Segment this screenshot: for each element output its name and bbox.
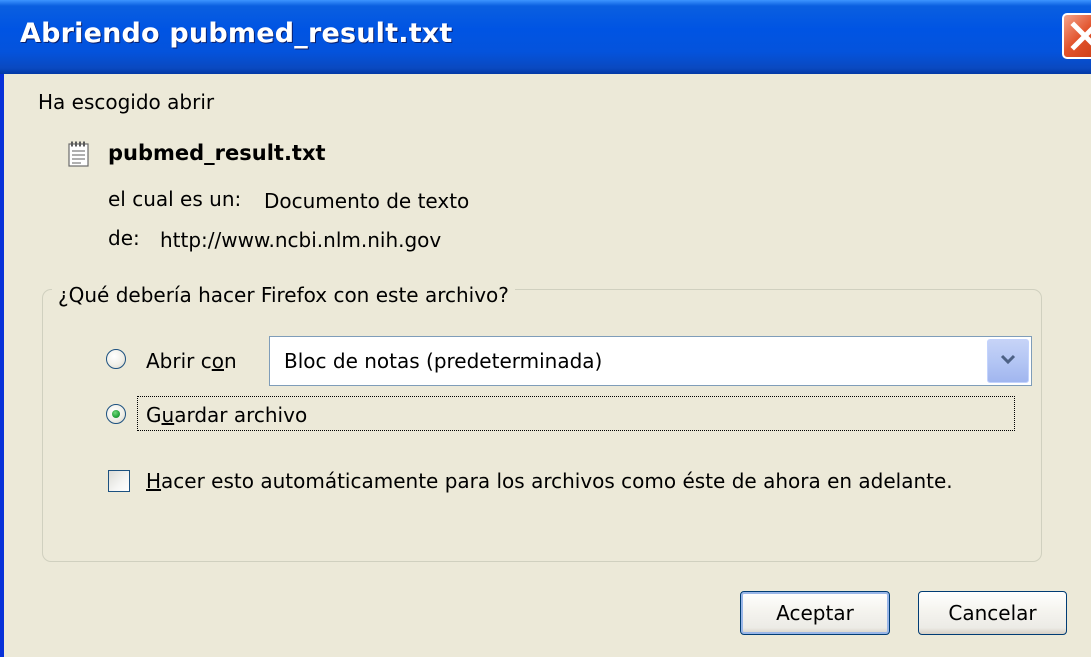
window-title: Abriendo pubmed_result.txt (20, 18, 453, 49)
application-dropdown-button[interactable] (987, 339, 1029, 383)
open-with-label-end: n (223, 349, 237, 373)
auto-action-label[interactable]: Hacer esto automáticamente para los arch… (146, 469, 953, 493)
radio-selected-dot (112, 410, 120, 418)
file-type-value: Documento de texto (264, 189, 470, 213)
application-select[interactable]: Bloc de notas (predeterminada) (269, 336, 1032, 386)
action-question: ¿Qué debería hacer Firefox con este arch… (52, 283, 515, 307)
application-select-value: Bloc de notas (predeterminada) (284, 349, 603, 373)
save-file-label[interactable]: Guardar archivo (146, 403, 307, 427)
close-icon (1070, 21, 1091, 51)
cancel-button[interactable]: Cancelar (918, 591, 1067, 635)
intro-text: Ha escogido abrir (38, 90, 215, 114)
save-file-radio[interactable] (106, 404, 126, 424)
save-file-label-start: G (146, 403, 162, 427)
auto-action-label-end: acer esto automáticamente para los archi… (161, 469, 953, 493)
chevron-down-icon (1000, 354, 1016, 365)
file-name: pubmed_result.txt (108, 141, 326, 165)
title-bar[interactable]: Abriendo pubmed_result.txt (0, 0, 1091, 74)
auto-action-checkbox[interactable] (108, 470, 130, 492)
close-button[interactable] (1062, 13, 1091, 59)
save-file-label-end: ardar archivo (174, 403, 308, 427)
save-file-mnemonic: u (161, 403, 175, 427)
auto-action-mnemonic: H (146, 469, 162, 493)
open-with-label[interactable]: Abrir con (146, 349, 237, 373)
open-with-radio[interactable] (106, 349, 126, 369)
open-with-label-start: Abrir c (146, 349, 212, 373)
file-type-label: el cual es un: (108, 187, 242, 211)
download-dialog: Abriendo pubmed_result.txt Ha escogido a… (0, 0, 1091, 657)
text-file-icon (68, 141, 90, 171)
accept-button[interactable]: Aceptar (740, 591, 890, 635)
file-source-label: de: (108, 226, 140, 250)
open-with-mnemonic: o (211, 349, 224, 373)
file-source-value: http://www.ncbi.nlm.nih.gov (160, 228, 442, 252)
window-border (0, 74, 4, 657)
